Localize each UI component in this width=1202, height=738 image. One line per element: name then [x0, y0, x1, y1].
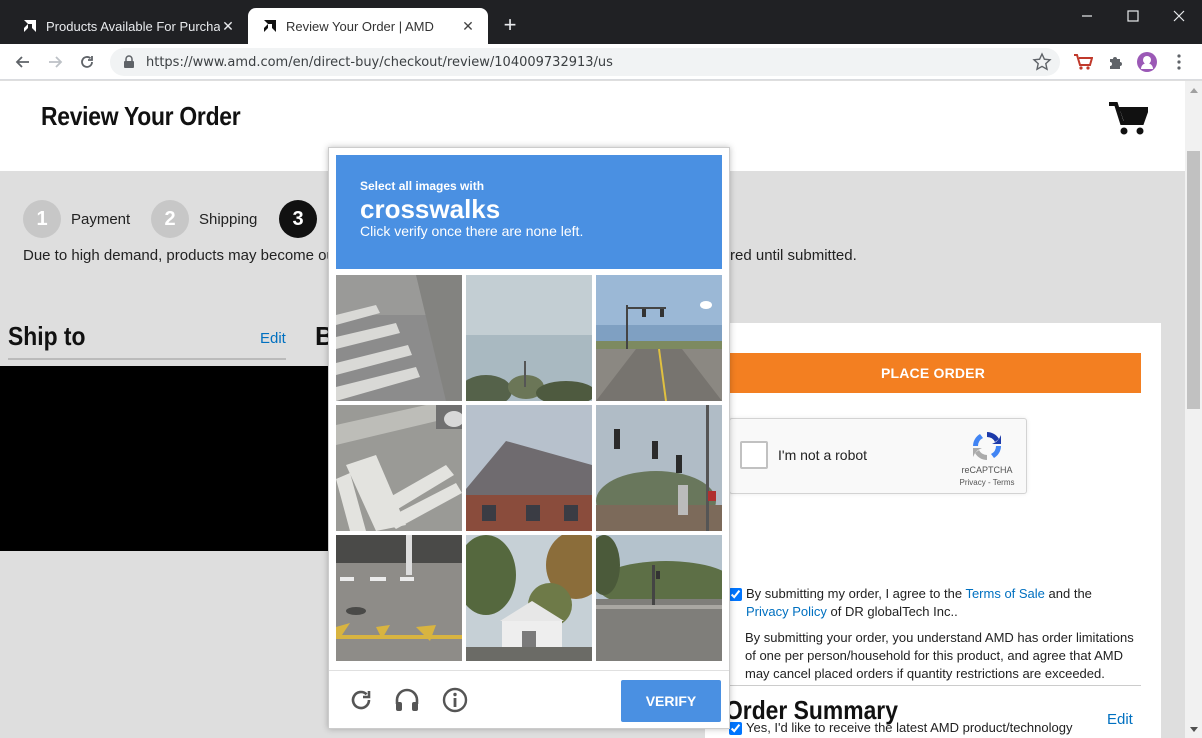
- order-limitations-text: By submitting your order, you understand…: [745, 630, 1134, 681]
- order-summary-heading: Order Summary: [725, 695, 898, 725]
- lock-icon: [124, 55, 134, 68]
- minimize-icon[interactable]: [1064, 0, 1110, 32]
- agree-suffix: of DR globalTech Inc..: [826, 604, 958, 619]
- order-panel: PLACE ORDER I'm not a robot reCAPTCHA Pr…: [705, 323, 1161, 738]
- recaptcha-separator: -: [985, 478, 993, 487]
- verify-button[interactable]: VERIFY: [621, 680, 721, 722]
- tab-products[interactable]: Products Available For Purchase | AMD ✕: [8, 8, 248, 44]
- challenge-instruction: Select all images with: [360, 179, 485, 193]
- scroll-thumb[interactable]: [1187, 151, 1200, 409]
- step-payment: 1 Payment: [23, 200, 130, 238]
- address-bar[interactable]: https://www.amd.com/en/direct-buy/checko…: [110, 48, 1060, 76]
- browser-titlebar: Products Available For Purchase | AMD ✕ …: [0, 0, 1202, 44]
- step-label: Shipping: [199, 210, 258, 228]
- challenge-tile[interactable]: [596, 275, 722, 401]
- page-scrollbar[interactable]: [1185, 81, 1202, 738]
- profile-avatar-icon[interactable]: [1136, 51, 1158, 73]
- reload-icon[interactable]: [75, 50, 99, 74]
- scroll-down-icon[interactable]: [1185, 721, 1202, 738]
- extensions-puzzle-icon[interactable]: [1104, 51, 1126, 73]
- step-label: Payment: [71, 210, 131, 228]
- audio-challenge-icon[interactable]: [393, 686, 421, 714]
- agree-prefix: By submitting my order, I agree to the: [746, 586, 966, 601]
- browser-toolbar: https://www.amd.com/en/direct-buy/checko…: [0, 44, 1202, 80]
- divider: [725, 685, 1141, 686]
- step-review: 3: [279, 200, 317, 238]
- page-title: Review Your Order: [41, 101, 241, 131]
- maximize-icon[interactable]: [1110, 0, 1156, 32]
- reload-challenge-icon[interactable]: [347, 686, 375, 714]
- privacy-policy-link[interactable]: Privacy Policy: [746, 604, 827, 619]
- forward-arrow-icon[interactable]: [43, 50, 67, 74]
- challenge-target: crosswalks: [360, 194, 501, 224]
- recaptcha-links: Privacy - Terms: [950, 478, 1024, 487]
- bookmark-star-icon[interactable]: [1032, 52, 1052, 72]
- recaptcha-logo-icon: [973, 432, 1001, 460]
- challenge-tile[interactable]: [336, 535, 462, 661]
- demand-note: Due to high demand, products may become …: [23, 247, 335, 264]
- scroll-up-icon[interactable]: [1185, 81, 1202, 98]
- agree-middle: and the: [1044, 586, 1092, 601]
- divider: [8, 358, 286, 360]
- recaptcha-checkbox[interactable]: [740, 441, 768, 469]
- ship-to-heading: Ship to: [8, 321, 86, 351]
- close-icon[interactable]: ✕: [460, 18, 476, 35]
- window-close-icon[interactable]: [1156, 0, 1202, 32]
- challenge-tile[interactable]: [336, 405, 462, 531]
- challenge-hint: Click verify once there are none left.: [360, 223, 584, 239]
- ship-to-edit-link[interactable]: Edit: [260, 330, 286, 347]
- challenge-tile[interactable]: [466, 275, 592, 401]
- step-number: 2: [151, 200, 189, 238]
- recaptcha-terms-link[interactable]: Terms: [993, 478, 1015, 487]
- back-arrow-icon[interactable]: [11, 50, 35, 74]
- challenge-footer: VERIFY: [329, 670, 729, 728]
- new-tab-button[interactable]: +: [498, 14, 522, 38]
- challenge-header: Select all images with crosswalks Click …: [336, 155, 722, 269]
- recaptcha-label: I'm not a robot: [778, 447, 868, 463]
- step-number: 3: [279, 200, 317, 238]
- cart-icon[interactable]: [1108, 101, 1148, 137]
- tab-title: Review Your Order | AMD: [286, 18, 434, 34]
- agree-terms-row: By submitting my order, I agree to the T…: [729, 585, 1092, 621]
- tab-review-order[interactable]: Review Your Order | AMD ✕: [248, 8, 488, 44]
- close-icon[interactable]: ✕: [220, 18, 236, 35]
- demand-note-tail: red until submitted.: [730, 247, 857, 264]
- challenge-tile[interactable]: [596, 535, 722, 661]
- step-shipping: 2 Shipping: [151, 200, 257, 238]
- place-order-button[interactable]: PLACE ORDER: [725, 353, 1141, 393]
- step-number: 1: [23, 200, 61, 238]
- recaptcha-brand: reCAPTCHA: [961, 465, 1013, 475]
- menu-dots-icon[interactable]: [1168, 51, 1190, 73]
- order-summary-edit-link[interactable]: Edit: [1107, 711, 1133, 728]
- agree-terms-text: By submitting my order, I agree to the T…: [746, 585, 1092, 621]
- tab-title: Products Available For Purchase | AMD: [46, 18, 220, 34]
- url-text: https://www.amd.com/en/direct-buy/checko…: [146, 54, 613, 70]
- recaptcha-privacy-link[interactable]: Privacy: [960, 478, 986, 487]
- info-icon[interactable]: [441, 686, 469, 714]
- captcha-challenge: Select all images with crosswalks Click …: [328, 147, 730, 729]
- recaptcha-widget: I'm not a robot reCAPTCHA Privacy - Term…: [729, 418, 1027, 494]
- challenge-tile[interactable]: [336, 275, 462, 401]
- agree-terms-checkbox[interactable]: [729, 588, 742, 601]
- amd-logo-icon: [24, 20, 36, 32]
- redacted-address-block: [0, 366, 331, 551]
- cart-extension-icon[interactable]: [1072, 51, 1094, 73]
- challenge-tile[interactable]: [466, 535, 592, 661]
- challenge-tile[interactable]: [596, 405, 722, 531]
- challenge-image-grid: [336, 275, 724, 663]
- terms-of-sale-link[interactable]: Terms of Sale: [965, 586, 1044, 601]
- amd-logo-icon: [264, 20, 276, 32]
- challenge-tile[interactable]: [466, 405, 592, 531]
